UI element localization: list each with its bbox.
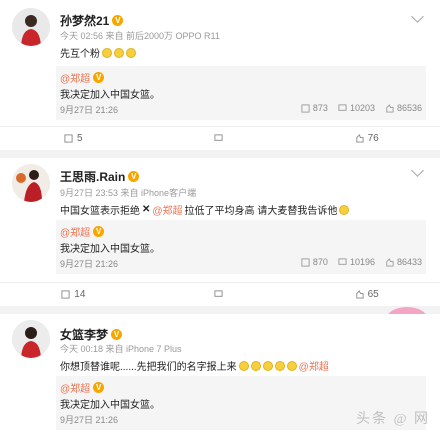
- repost-icon: [61, 289, 70, 299]
- post-content: 先互个粉: [60, 45, 136, 60]
- repost-action-count: 5: [77, 132, 83, 144]
- post-text: 中国女篮表示拒绝: [60, 206, 140, 217]
- comment-count[interactable]: 10203: [338, 103, 375, 113]
- like-count-value: 86433: [396, 257, 422, 267]
- repost-date: 9月27日 21:26: [60, 415, 119, 425]
- comment-icon: [338, 257, 347, 265]
- repost-user[interactable]: @郑超 V: [60, 70, 105, 85]
- action-bar: 5 76: [0, 126, 440, 149]
- like-icon: [386, 257, 394, 267]
- repost-card[interactable]: @郑超 V 我决定加入中国女篮。 9月27日 21:26 870 10196 8…: [56, 220, 426, 274]
- repost-stats: 870 10196 86433: [301, 257, 422, 267]
- repost-user[interactable]: @郑超 V: [60, 380, 105, 395]
- emoji-icon: [286, 360, 297, 371]
- repost-action-count: 14: [74, 288, 86, 300]
- repost-count-value: 870: [312, 257, 328, 267]
- like-button[interactable]: 65: [293, 289, 440, 300]
- post-text-continued: 拉低了平均身高 请大麦替我告诉他: [184, 206, 338, 217]
- comment-button[interactable]: [147, 133, 294, 143]
- divider: [0, 150, 440, 158]
- repost-user-name[interactable]: @郑超: [60, 224, 90, 239]
- username[interactable]: 女篮李梦 V: [60, 326, 123, 343]
- like-button[interactable]: 76: [293, 133, 440, 144]
- avatar[interactable]: [12, 8, 50, 46]
- emoji-icon: [250, 360, 261, 371]
- avatar[interactable]: [12, 320, 50, 358]
- repost-text: 我决定加入中国女篮。: [60, 400, 160, 411]
- repost-date: 9月27日 21:26: [60, 259, 119, 269]
- verified-badge-icon: V: [111, 329, 123, 340]
- post-mention[interactable]: @郑超: [299, 358, 329, 373]
- watermark: 头条 @ 网: [356, 412, 430, 427]
- repost-user-name[interactable]: @郑超: [60, 380, 90, 395]
- verified-badge-icon: V: [93, 382, 105, 393]
- repost-user[interactable]: @郑超 V: [60, 224, 105, 239]
- emoji-icon: [114, 47, 124, 58]
- comment-icon: [338, 103, 347, 111]
- repost-count[interactable]: 873: [301, 103, 328, 113]
- comment-icon: [213, 289, 223, 297]
- post-meta: 今天 00:18 来自 iPhone 7 Plus: [60, 344, 182, 354]
- post-meta: 今天 02:56 来自 前后2000万 OPPO R11: [60, 31, 220, 41]
- emoji-icon: [102, 47, 112, 58]
- repost-button[interactable]: 14: [0, 289, 147, 300]
- post-meta: 9月27日 23:53 来自 iPhone客户端: [60, 188, 197, 198]
- emoji-icon: [262, 360, 273, 371]
- comment-count[interactable]: 10196: [338, 257, 375, 267]
- username[interactable]: 孙梦然21 V: [60, 12, 124, 29]
- repost-stats: 873 10203 86536: [301, 103, 422, 113]
- post-content: 你想顶替谁呢......先把我们的名字报上来 @郑超: [60, 358, 329, 373]
- comment-count-value: 10203: [349, 103, 375, 113]
- divider: [0, 306, 440, 314]
- repost-text: 我决定加入中国女篮。: [60, 244, 160, 255]
- emoji-icon: [274, 360, 285, 371]
- repost-icon: [301, 103, 310, 113]
- emoji-icon: [238, 360, 249, 371]
- username-text[interactable]: 王思雨.Rain: [60, 168, 125, 185]
- avatar[interactable]: [12, 164, 50, 202]
- username[interactable]: 王思雨.Rain V: [60, 168, 140, 185]
- repost-card[interactable]: @郑超 V 我决定加入中国女篮。 9月27日 21:26 873 10203 8…: [56, 66, 426, 120]
- like-action-count: 65: [367, 288, 379, 300]
- like-icon: [386, 103, 394, 113]
- repost-count[interactable]: 870: [301, 257, 328, 267]
- verified-badge-icon: V: [112, 15, 124, 26]
- repost-icon: [301, 257, 310, 267]
- verified-badge-icon: V: [93, 72, 105, 83]
- action-bar: 14 65: [0, 282, 440, 305]
- repost-date: 9月27日 21:26: [60, 105, 119, 115]
- username-text[interactable]: 孙梦然21: [60, 12, 109, 29]
- post-1: 孙梦然21 V 今天 02:56 来自 前后2000万 OPPO R11 先互个…: [0, 0, 440, 150]
- repost-count-value: 873: [312, 103, 328, 113]
- cross-icon: ✕: [142, 204, 151, 215]
- post-content: 中国女篮表示拒绝 ✕ @郑超 拉低了平均身高 请大麦替我告诉他: [60, 202, 350, 217]
- comment-count-value: 10196: [349, 257, 375, 267]
- chevron-down-icon[interactable]: [411, 164, 424, 177]
- emoji-icon: [126, 47, 136, 58]
- repost-button[interactable]: 5: [0, 133, 147, 144]
- verified-badge-icon: V: [93, 226, 105, 237]
- chevron-down-icon[interactable]: [411, 10, 424, 23]
- post-text: 你想顶替谁呢......先把我们的名字报上来: [60, 362, 237, 373]
- like-icon: [355, 289, 364, 299]
- repost-user-name[interactable]: @郑超: [60, 70, 90, 85]
- post-text: 先互个粉: [60, 49, 100, 60]
- post-mention[interactable]: @郑超: [152, 202, 182, 217]
- repost-text: 我决定加入中国女篮。: [60, 90, 160, 101]
- comment-button[interactable]: [147, 289, 294, 299]
- verified-badge-icon: V: [128, 171, 140, 182]
- like-count[interactable]: 86536: [385, 103, 422, 113]
- like-icon: [355, 133, 364, 143]
- emoji-icon: [339, 204, 350, 215]
- repost-icon: [64, 133, 73, 143]
- post-2: 王思雨.Rain V 9月27日 23:53 来自 iPhone客户端 中国女篮…: [0, 158, 440, 306]
- like-count-value: 86536: [396, 103, 422, 113]
- username-text[interactable]: 女篮李梦: [60, 326, 108, 343]
- like-count[interactable]: 86433: [385, 257, 422, 267]
- like-action-count: 76: [367, 132, 379, 144]
- comment-icon: [213, 133, 223, 141]
